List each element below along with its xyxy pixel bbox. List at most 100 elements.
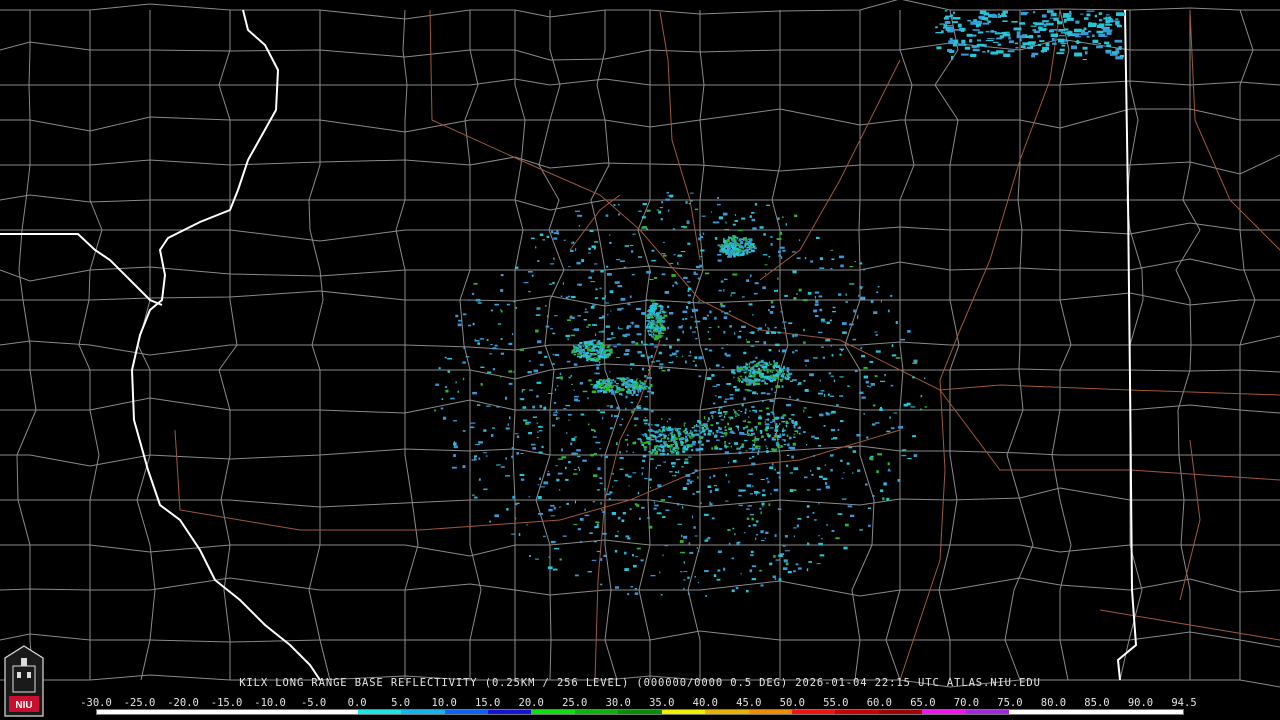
niu-logo: NIU [4, 645, 44, 717]
echo-pixel [833, 437, 838, 440]
echo-pixel [694, 535, 698, 537]
echo-pixel [600, 454, 603, 457]
echo-pixel [683, 561, 685, 564]
echo-pixel [658, 317, 661, 321]
echo-pixel [556, 417, 560, 419]
echo-pixel [756, 382, 761, 385]
echo-pixel [582, 345, 584, 347]
echo-pixel [731, 249, 735, 253]
echo-pixel [594, 526, 599, 529]
echo-pixel [648, 316, 651, 319]
echo-pixel [587, 348, 592, 352]
echo-pixel [688, 542, 691, 545]
echo-pixel [839, 376, 844, 378]
echo-pixel [447, 370, 451, 373]
echo-pixel [549, 328, 553, 330]
echo-pixel [600, 270, 604, 273]
echo-pixel [619, 424, 623, 426]
echo-pixel [523, 419, 528, 422]
echo-pixel [656, 512, 662, 515]
echo-pixel [660, 308, 662, 311]
echo-pixel [814, 519, 817, 521]
echo-pixel [1030, 25, 1037, 27]
echo-pixel [1076, 33, 1083, 36]
scale-swatch [792, 710, 836, 714]
echo-pixel [579, 348, 581, 352]
echo-pixel [869, 456, 874, 460]
echo-pixel [775, 362, 779, 365]
echo-pixel [634, 424, 637, 427]
echo-pixel [697, 420, 701, 423]
echo-pixel [748, 241, 751, 244]
echo-pixel [1104, 41, 1110, 45]
echo-pixel [648, 525, 653, 529]
echo-pixel [788, 436, 792, 440]
echo-pixel [821, 321, 826, 323]
echo-pixel [708, 417, 710, 420]
echo-pixel [767, 436, 770, 438]
echo-pixel [582, 390, 588, 393]
echo-pixel [471, 494, 475, 496]
echo-pixel [737, 335, 742, 339]
echo-pixel [841, 477, 844, 479]
echo-pixel [649, 384, 652, 386]
echo-pixel [483, 488, 488, 491]
echo-pixel [1045, 28, 1048, 30]
echo-pixel [734, 388, 740, 392]
echo-pixel [686, 281, 691, 283]
echo-pixel [777, 277, 779, 280]
scale-label: 15.0 [475, 697, 501, 709]
echo-pixel [779, 246, 785, 249]
echo-pixel [553, 402, 556, 404]
echo-pixel [687, 301, 691, 305]
echo-pixel [678, 470, 679, 474]
echo-pixel [982, 22, 990, 25]
echo-pixel [906, 402, 911, 406]
echo-pixel [605, 214, 609, 217]
echo-pixel [912, 376, 915, 379]
echo-pixel [577, 214, 582, 217]
echo-pixel [745, 408, 747, 411]
echo-pixel [737, 379, 741, 382]
echo-pixel [750, 246, 753, 249]
echo-pixel [793, 535, 795, 538]
echo-pixel [880, 300, 882, 303]
echo-pixel [686, 306, 689, 309]
echo-pixel [662, 449, 665, 453]
echo-pixel [588, 355, 592, 357]
echo-pixel [814, 303, 819, 306]
echo-pixel [763, 233, 766, 236]
echo-pixel [590, 357, 595, 361]
echo-pixel [681, 534, 683, 538]
echo-pixel [687, 242, 691, 245]
echo-pixel [684, 458, 689, 461]
scale-label: 25.0 [562, 697, 588, 709]
echo-pixel [765, 362, 769, 366]
echo-pixel [643, 388, 645, 391]
echo-pixel [742, 420, 746, 422]
echo-pixel [773, 363, 776, 365]
echo-pixel [641, 382, 645, 384]
echo-pixel [890, 427, 895, 430]
echo-pixel [619, 451, 621, 454]
echo-pixel [770, 427, 774, 429]
echo-pixel [765, 375, 769, 378]
echo-pixel [661, 370, 666, 372]
echo-pixel [571, 383, 573, 385]
echo-pixel [617, 530, 619, 533]
echo-pixel [813, 357, 818, 359]
echo-pixel [704, 539, 709, 542]
echo-pixel [599, 287, 602, 289]
echo-pixel [691, 427, 695, 429]
echo-pixel [441, 398, 444, 400]
echo-pixel [709, 476, 711, 479]
echo-pixel [720, 414, 723, 416]
echo-pixel [585, 356, 588, 360]
echo-pixel [1098, 12, 1103, 15]
echo-pixel [725, 249, 730, 252]
echo-pixel [766, 370, 769, 374]
echo-pixel [757, 367, 761, 371]
echo-pixel [733, 239, 737, 242]
echo-pixel [614, 549, 618, 553]
echo-pixel [624, 377, 626, 381]
